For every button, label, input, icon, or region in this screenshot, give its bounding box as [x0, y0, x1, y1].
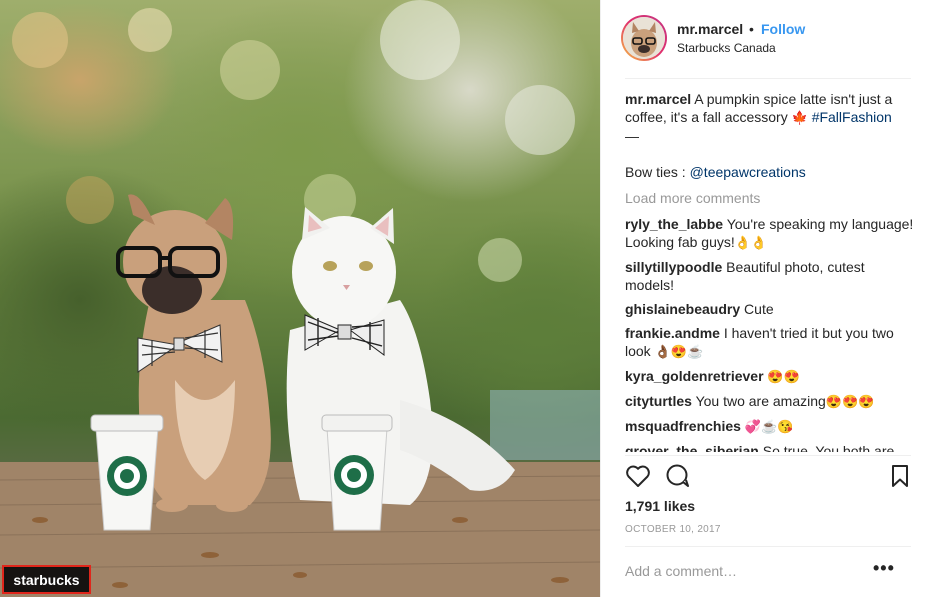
comment-emoji: 👌🏾😍☕	[654, 344, 704, 359]
instagram-post: starbucks mr.marcel • Follow Starbucks C…	[0, 0, 933, 597]
post-side-panel: mr.marcel • Follow Starbucks Canada mr.m…	[600, 0, 933, 597]
caption-hashtag[interactable]: #FallFashion	[812, 109, 892, 125]
load-more-comments[interactable]: Load more comments	[625, 189, 915, 207]
comment-emoji: 💞☕😘	[744, 419, 794, 434]
caption-dash: —	[625, 128, 639, 144]
avatar-image	[623, 17, 665, 59]
comment-username[interactable]: frankie.andme	[625, 325, 720, 341]
more-options-button[interactable]: •••	[873, 558, 895, 579]
comment-username[interactable]: msquadfrenchies	[625, 418, 741, 434]
photo-illustration	[0, 0, 600, 597]
comment-emoji: 👌👌	[734, 235, 768, 250]
actions-divider	[625, 455, 911, 456]
avatar[interactable]	[621, 15, 667, 61]
comment-text: Cute	[744, 301, 774, 317]
maple-leaf-emoji: 🍁	[791, 110, 808, 125]
post-date[interactable]: OCTOBER 10, 2017	[625, 524, 721, 535]
bowties-handle[interactable]: @teepawcreations	[690, 164, 806, 180]
comment-item: sillytillypoodle Beautiful photo, cutest…	[625, 258, 915, 294]
comment-item: ryly_the_labbe You're speaking my langua…	[625, 215, 915, 252]
comment-item: kyra_goldenretriever 😍😍	[625, 367, 915, 386]
add-comment-input[interactable]: Add a comment…	[625, 563, 737, 579]
comment-username[interactable]: grover_the_siberian	[625, 443, 759, 452]
heart-icon[interactable]	[625, 464, 651, 488]
comment-item: msquadfrenchies 💞☕😘	[625, 417, 915, 436]
post-username[interactable]: mr.marcel	[677, 21, 743, 37]
caption-username[interactable]: mr.marcel	[625, 91, 691, 107]
comment-username[interactable]: ryly_the_labbe	[625, 216, 723, 232]
comment-item: frankie.andme I haven't tried it but you…	[625, 324, 915, 361]
post-location[interactable]: Starbucks Canada	[677, 41, 776, 55]
comment-emoji: 😍😍😍	[825, 394, 875, 409]
comment-icon[interactable]	[665, 464, 691, 488]
comment-emoji: 😍😍	[767, 369, 800, 384]
like-count[interactable]: 1,791 likes	[625, 498, 695, 514]
follow-button[interactable]: Follow	[761, 21, 805, 37]
comment-text: You two are amazing	[695, 393, 826, 409]
action-bar	[625, 464, 915, 492]
post-photo[interactable]: starbucks	[0, 0, 600, 597]
bowties-label: Bow ties :	[625, 164, 686, 180]
comment-item: cityturtles You two are amazing😍😍😍	[625, 392, 915, 411]
comments-list[interactable]: mr.marcel A pumpkin spice latte isn't ju…	[625, 90, 915, 452]
post-header: mr.marcel • Follow Starbucks Canada	[601, 0, 933, 79]
comment-username[interactable]: cityturtles	[625, 393, 692, 409]
bookmark-icon[interactable]	[889, 464, 911, 488]
comment-item: grover_the_siberian So true. You both ar…	[625, 442, 915, 452]
separator-dot: •	[749, 21, 754, 37]
product-tag-starbucks[interactable]: starbucks	[2, 565, 91, 594]
comment-box-divider	[625, 546, 911, 547]
comment-username[interactable]: sillytillypoodle	[625, 259, 722, 275]
comment-item: ghislainebeaudry Cute	[625, 300, 915, 318]
comment-username[interactable]: ghislainebeaudry	[625, 301, 740, 317]
caption: mr.marcel A pumpkin spice latte isn't ju…	[625, 90, 915, 181]
product-tag-label: starbucks	[13, 571, 80, 588]
comment-username[interactable]: kyra_goldenretriever	[625, 368, 764, 384]
comment-text: So true. You both are	[762, 443, 895, 452]
header-divider	[625, 78, 911, 79]
